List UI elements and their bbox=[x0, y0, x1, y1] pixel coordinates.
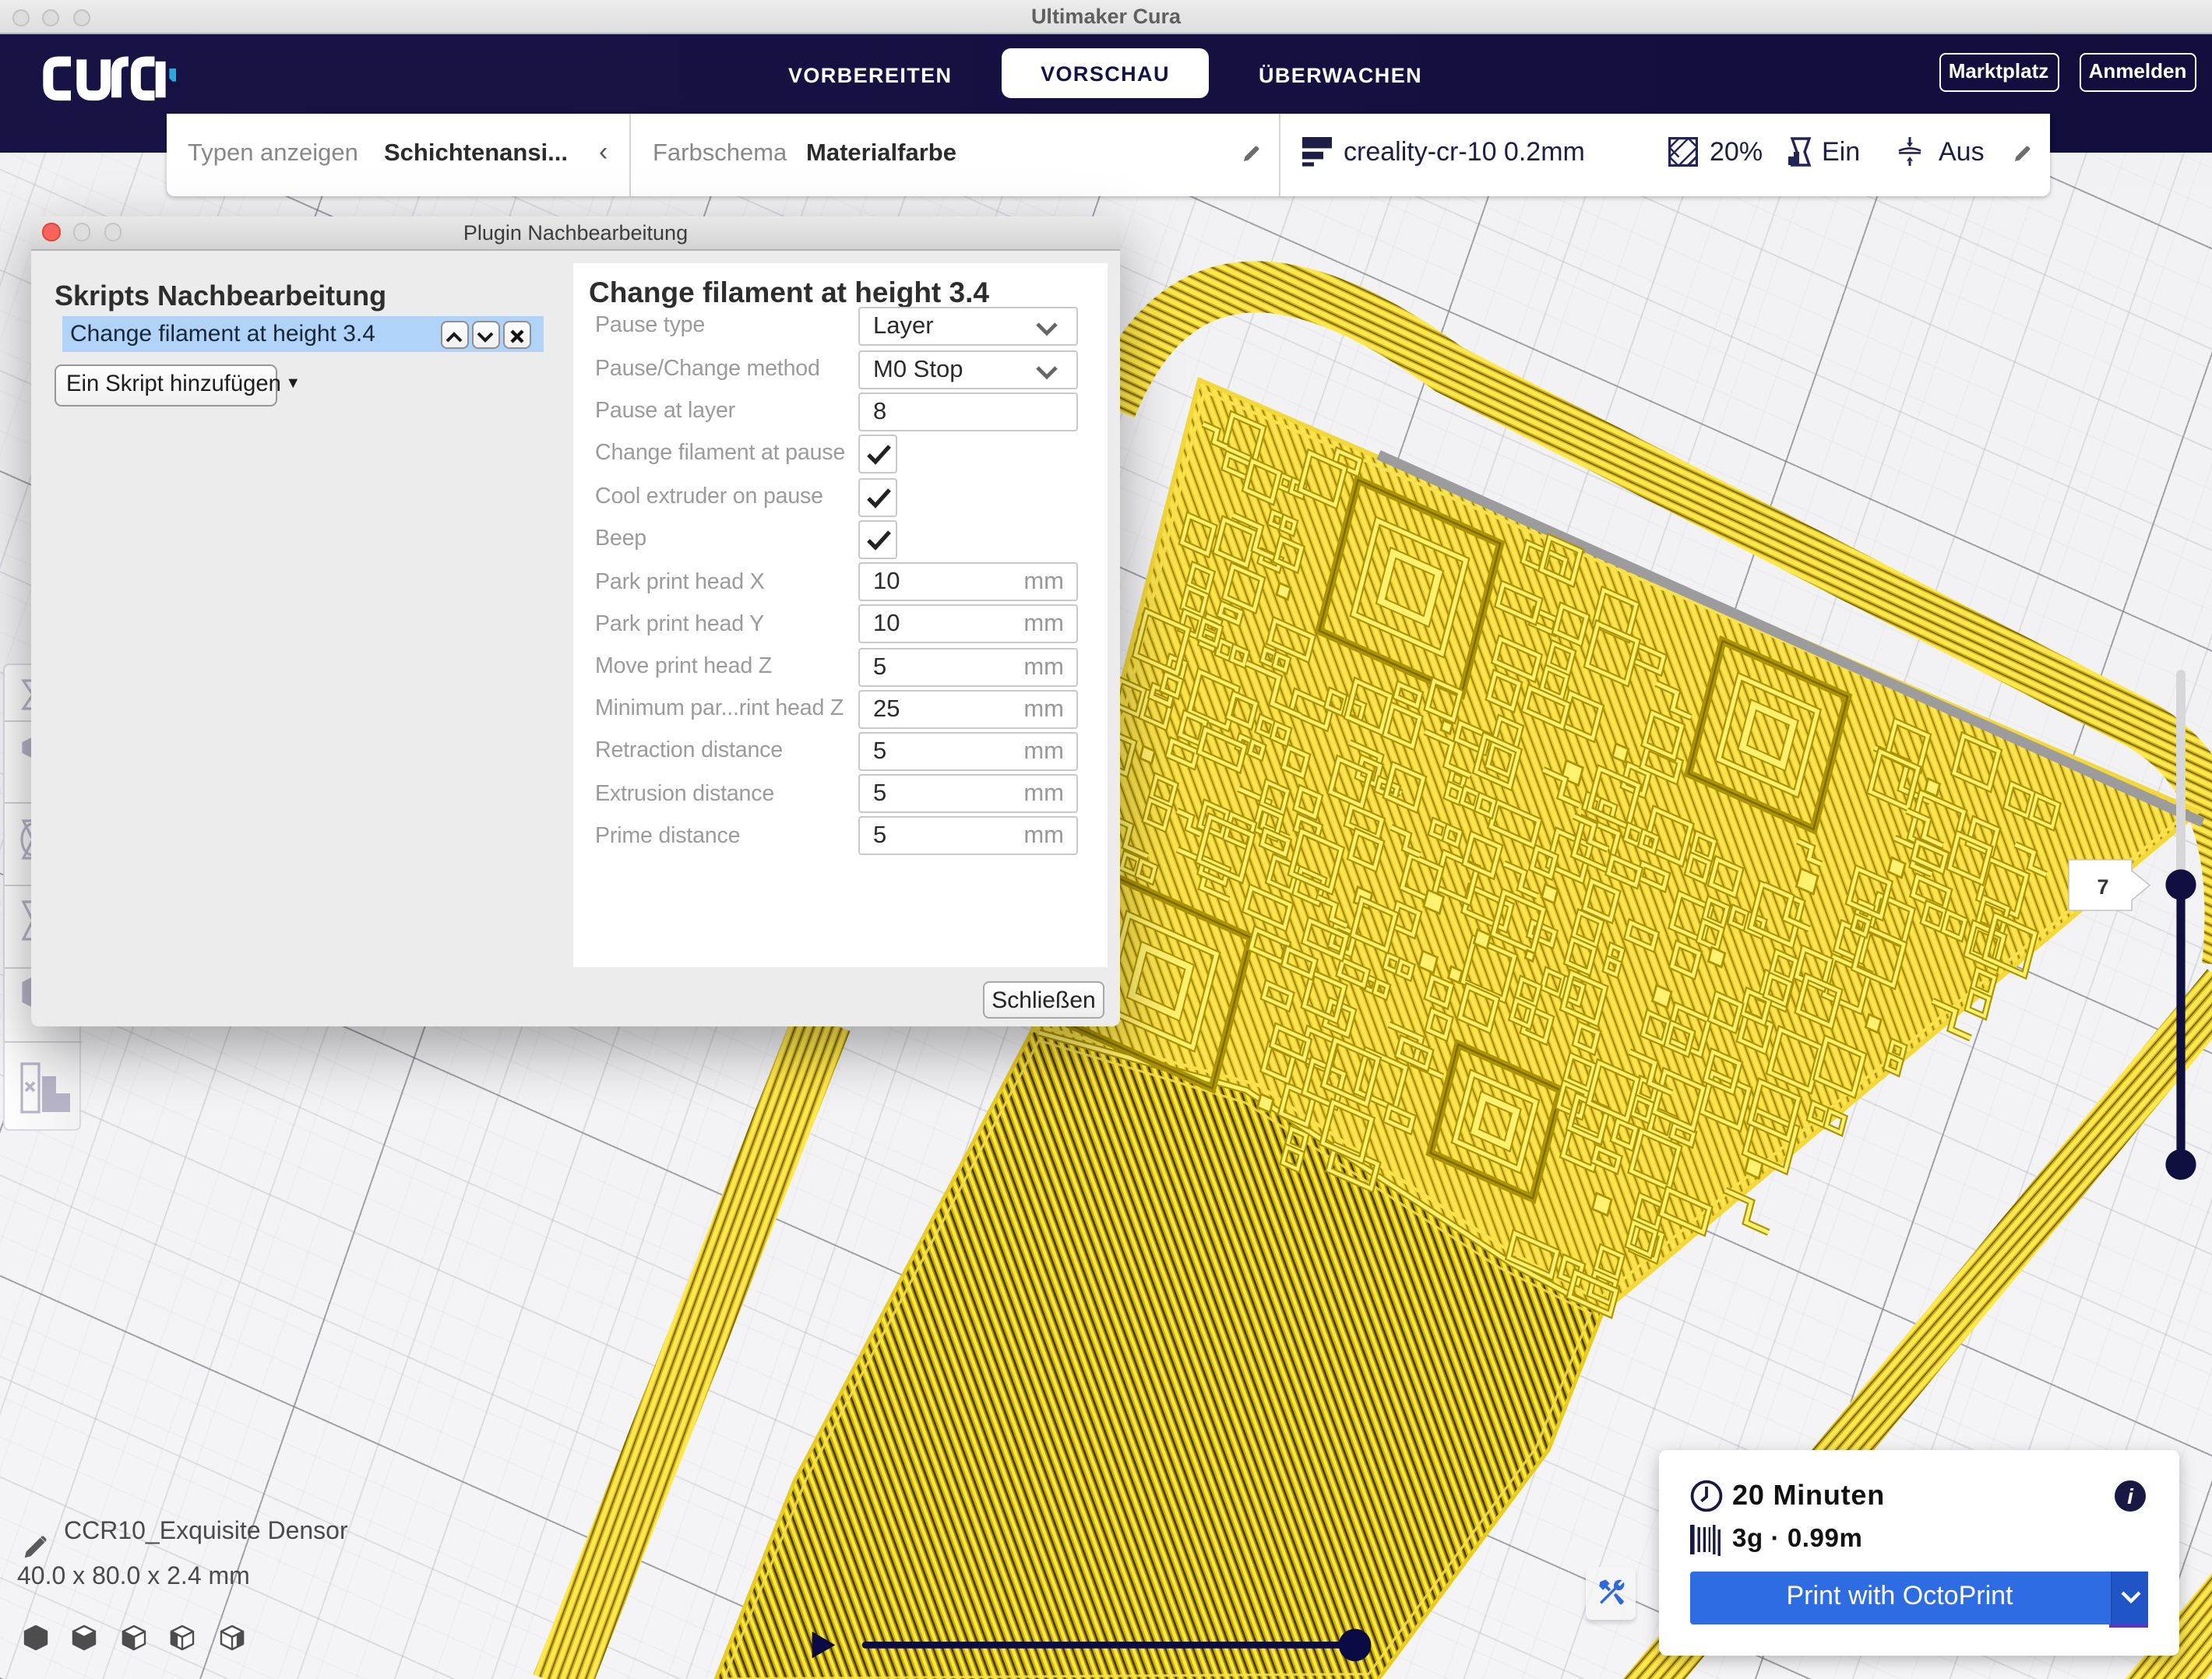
svg-text:7: 7 bbox=[2097, 875, 2108, 899]
svg-text:i: i bbox=[2127, 1484, 2134, 1508]
